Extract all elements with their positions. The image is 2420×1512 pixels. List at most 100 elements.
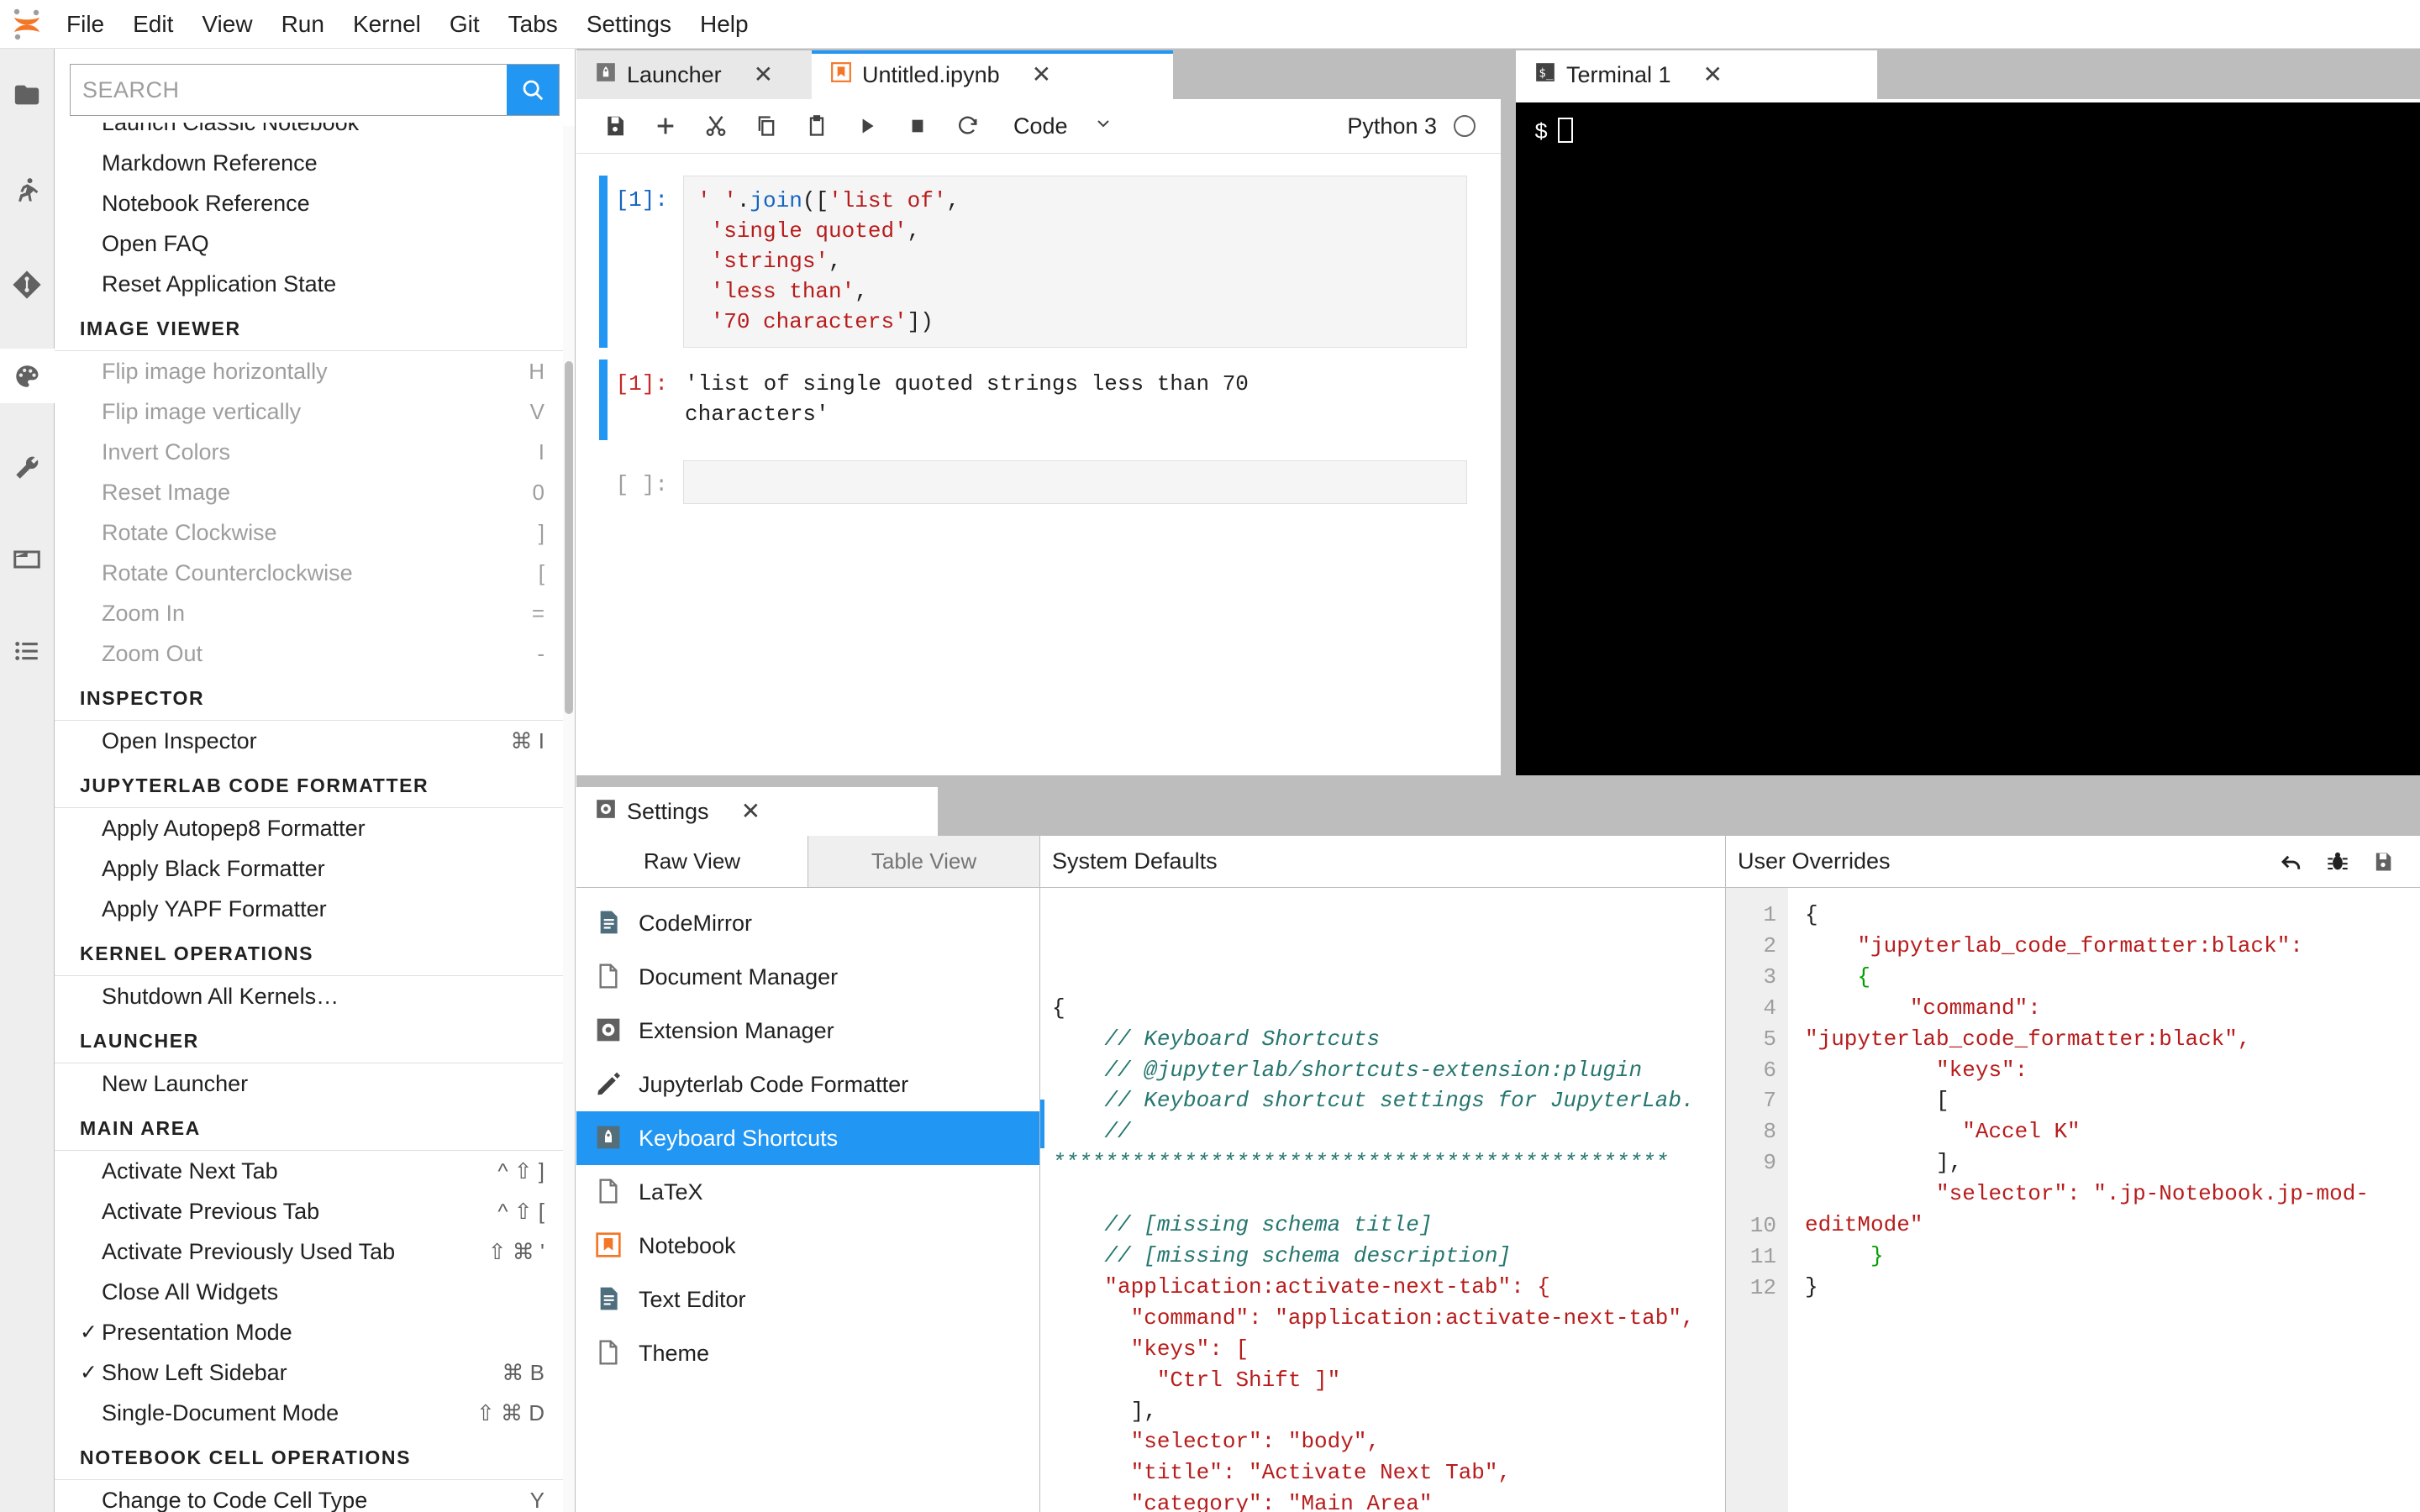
- copy-cells-button[interactable]: [741, 101, 792, 151]
- tab-table-view[interactable]: Table View: [808, 836, 1039, 887]
- list-item[interactable]: Reset Application State: [55, 264, 563, 304]
- code-line: // @jupyterlab/shortcuts-extension:plugi…: [1052, 1057, 1643, 1083]
- list-item[interactable]: Open FAQ: [55, 223, 563, 264]
- terminal-cursor: [1558, 118, 1574, 143]
- list-item[interactable]: ✓ Show Left Sidebar ⌘ B: [55, 1352, 563, 1393]
- list-item-shortcut: 0: [532, 479, 544, 505]
- paste-cells-button[interactable]: [792, 101, 842, 151]
- cell-type-dropdown[interactable]: Code: [1005, 113, 1122, 139]
- menu-file[interactable]: File: [52, 0, 118, 49]
- list-item[interactable]: ✓ Presentation Mode: [55, 1312, 563, 1352]
- close-icon[interactable]: ✕: [754, 63, 773, 87]
- settings-plugin-item[interactable]: Theme: [576, 1326, 1039, 1380]
- list-item-label: Shutdown All Kernels…: [102, 983, 339, 1009]
- list-item[interactable]: Notebook Reference: [55, 183, 563, 223]
- list-item[interactable]: Activate Next Tab ^ ⇧ ]: [55, 1151, 563, 1191]
- undo-icon[interactable]: [2279, 849, 2304, 874]
- output-text: 'list of single quoted strings less than…: [685, 371, 1262, 428]
- notebook-cell-empty[interactable]: [ ]:: [576, 460, 1501, 505]
- list-icon[interactable]: [0, 623, 55, 678]
- gear-icon: [595, 798, 617, 826]
- list-item[interactable]: Launch Classic Notebook: [55, 123, 563, 143]
- list-item[interactable]: Apply Black Formatter: [55, 848, 563, 889]
- tab-terminal-1[interactable]: $_ Terminal 1 ✕: [1516, 50, 1877, 99]
- save-icon[interactable]: [2371, 849, 2395, 874]
- user-overrides-code[interactable]: 1 2 3 4 5 6 7 8 9 10 11 12 { "jupyterlab_code_forma…: [1726, 888, 2420, 1512]
- menu-git[interactable]: Git: [435, 0, 494, 49]
- menu-edit[interactable]: Edit: [118, 0, 187, 49]
- settings-plugin-item[interactable]: Keyboard Shortcuts: [576, 1111, 1039, 1165]
- line-number: 1: [1763, 902, 1776, 927]
- restart-kernel-button[interactable]: [943, 101, 993, 151]
- bug-icon[interactable]: [2326, 849, 2349, 874]
- git-icon[interactable]: [0, 257, 55, 312]
- settings-plugin-item[interactable]: Extension Manager: [576, 1004, 1039, 1058]
- cell-selection-bar: [599, 176, 608, 349]
- list-item-label: Flip image vertically: [102, 398, 302, 424]
- search-button[interactable]: [507, 65, 559, 115]
- search-input[interactable]: [71, 65, 507, 115]
- menu-settings[interactable]: Settings: [572, 0, 686, 49]
- list-item[interactable]: Change to Code Cell Type Y: [55, 1480, 563, 1512]
- folder-icon[interactable]: [0, 67, 55, 122]
- list-item-shortcut: [: [538, 559, 544, 585]
- list-item-label: Rotate Clockwise: [102, 519, 277, 545]
- list-item[interactable]: Shutdown All Kernels…: [55, 976, 563, 1016]
- tab-launcher[interactable]: Launcher ✕: [576, 50, 812, 99]
- list-item[interactable]: Activate Previously Used Tab ⇧ ⌘ ': [55, 1231, 563, 1272]
- code-content[interactable]: { "jupyterlab_code_formatter:black": { "…: [1788, 888, 2420, 1512]
- insert-cell-button[interactable]: [640, 101, 691, 151]
- tab-settings[interactable]: Settings ✕: [576, 787, 938, 836]
- running-icon[interactable]: [0, 162, 55, 217]
- save-button[interactable]: [590, 101, 640, 151]
- settings-plugin-item[interactable]: Text Editor: [576, 1273, 1039, 1326]
- tabs-icon[interactable]: [0, 532, 55, 586]
- list-item[interactable]: Open Inspector ⌘ I: [55, 721, 563, 761]
- list-item: Zoom Out -: [55, 633, 563, 674]
- menu-kernel[interactable]: Kernel: [339, 0, 435, 49]
- list-item[interactable]: Single-Document Mode ⇧ ⌘ D: [55, 1393, 563, 1433]
- notebook-cell-output: [1]: 'list of single quoted strings less…: [576, 360, 1501, 441]
- settings-plugin-item[interactable]: Notebook: [576, 1219, 1039, 1273]
- settings-plugin-label: Extension Manager: [639, 1017, 834, 1043]
- menu-run[interactable]: Run: [267, 0, 339, 49]
- interrupt-kernel-button[interactable]: [892, 101, 943, 151]
- cell-type-value: Code: [1013, 113, 1068, 139]
- cell-editor[interactable]: [683, 460, 1467, 505]
- list-item[interactable]: Close All Widgets: [55, 1272, 563, 1312]
- run-cell-button[interactable]: [842, 101, 892, 151]
- close-icon[interactable]: ✕: [1032, 63, 1051, 87]
- settings-plugin-item[interactable]: Jupyterlab Code Formatter: [576, 1058, 1039, 1111]
- wrench-icon[interactable]: [0, 440, 55, 495]
- tab-untitled-ipynb[interactable]: Untitled.ipynb ✕: [812, 50, 1173, 99]
- list-item-label: Reset Application State: [102, 270, 337, 297]
- tab-raw-view[interactable]: Raw View: [576, 836, 808, 887]
- close-icon[interactable]: ✕: [741, 800, 760, 823]
- menu-tabs[interactable]: Tabs: [494, 0, 572, 49]
- code-line: "selector": "body",: [1052, 1429, 1381, 1455]
- close-icon[interactable]: ✕: [1703, 63, 1723, 87]
- settings-plugin-item[interactable]: CodeMirror: [576, 896, 1039, 950]
- menu-help[interactable]: Help: [686, 0, 763, 49]
- terminal-output[interactable]: $: [1516, 102, 2420, 775]
- main-area: Launcher ✕ Untitled.ipynb ✕ Code Python …: [576, 49, 2420, 1512]
- menu-view[interactable]: View: [187, 0, 266, 49]
- palette-icon[interactable]: [0, 349, 55, 403]
- scrollbar-thumb[interactable]: [565, 361, 573, 714]
- settings-plugin-item[interactable]: LaTeX: [576, 1165, 1039, 1219]
- command-group-header: NOTEBOOK CELL OPERATIONS: [55, 1433, 563, 1480]
- notebook-cell-input[interactable]: [1]: ' '.join(['list of', 'single quoted…: [576, 176, 1501, 349]
- code-line: // Keyboard shortcut settings for Jupyte…: [1052, 1088, 1695, 1114]
- list-item[interactable]: Apply Autopep8 Formatter: [55, 808, 563, 848]
- list-item[interactable]: Apply YAPF Formatter: [55, 889, 563, 929]
- jupyter-logo: [0, 0, 52, 49]
- list-item[interactable]: New Launcher: [55, 1063, 563, 1104]
- list-item-shortcut: H: [529, 358, 544, 384]
- list-item[interactable]: Markdown Reference: [55, 143, 563, 183]
- settings-plugin-item[interactable]: Document Manager: [576, 950, 1039, 1004]
- command-list-scrollbar[interactable]: [563, 126, 575, 1512]
- cell-editor[interactable]: ' '.join(['list of', 'single quoted', 's…: [683, 176, 1467, 349]
- code-line: "Ctrl Shift ]": [1052, 1367, 1341, 1393]
- cut-cells-button[interactable]: [691, 101, 741, 151]
- list-item[interactable]: Activate Previous Tab ^ ⇧ [: [55, 1191, 563, 1231]
